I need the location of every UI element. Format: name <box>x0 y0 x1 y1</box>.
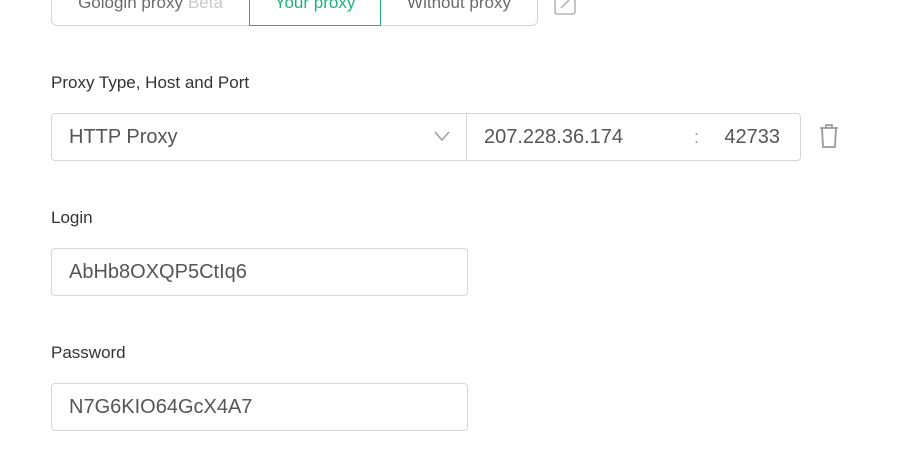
proxy-host-value: 207.228.36.174 <box>484 125 624 148</box>
trash-icon[interactable] <box>817 123 841 149</box>
proxy-section-label: Proxy Type, Host and Port <box>51 73 250 92</box>
proxy-mode-without-proxy[interactable]: Without proxy <box>381 0 538 26</box>
password-input[interactable]: N7G6KIO64GcX4A7 <box>51 383 468 431</box>
proxy-mode-your-proxy[interactable]: Your proxy <box>249 0 381 26</box>
beta-badge: Beta <box>187 0 223 12</box>
proxy-port-value[interactable]: 42733 <box>724 126 780 149</box>
host-port-separator: : <box>694 126 700 147</box>
chevron-down-icon <box>434 131 450 142</box>
proxy-type-select[interactable]: HTTP Proxy <box>52 114 467 160</box>
login-input[interactable]: AbHb8OXQP5CtIq6 <box>51 248 468 296</box>
login-label: Login <box>51 208 93 227</box>
proxy-mode-gologin-label: Gologin proxy <box>78 0 183 12</box>
proxy-mode-segmented-control: Gologin proxy Beta Your proxy Without pr… <box>51 0 538 26</box>
proxy-type-value: HTTP Proxy <box>69 125 178 148</box>
proxy-mode-without-proxy-label: Without proxy <box>407 0 511 12</box>
proxy-mode-your-proxy-label: Your proxy <box>274 0 356 12</box>
proxy-mode-gologin[interactable]: Gologin proxy Beta <box>51 0 249 26</box>
password-value: N7G6KIO64GcX4A7 <box>69 395 253 418</box>
login-value: AbHb8OXQP5CtIq6 <box>69 260 247 283</box>
proxy-config-row: HTTP Proxy 207.228.36.174 : 42733 <box>51 113 801 161</box>
proxy-host-port-input[interactable]: 207.228.36.174 : 42733 <box>467 114 800 160</box>
edit-icon[interactable] <box>553 0 579 16</box>
proxy-settings-panel: Gologin proxy Beta Your proxy Without pr… <box>0 0 924 475</box>
password-label: Password <box>51 343 126 362</box>
